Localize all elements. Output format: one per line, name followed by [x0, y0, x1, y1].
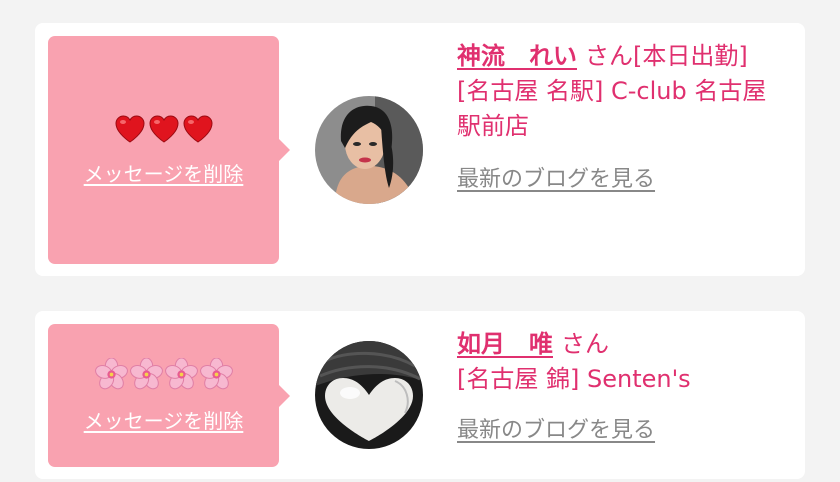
message-emoji-row	[94, 357, 233, 391]
avatar[interactable]	[315, 341, 423, 449]
avatar[interactable]	[315, 96, 423, 204]
cherry-blossom-icon	[199, 357, 233, 389]
heart-icon	[114, 114, 145, 143]
cast-name-link[interactable]: 神流 れい	[457, 42, 577, 70]
latest-blog-link[interactable]: 最新のブログを見る	[457, 162, 655, 197]
heart-icon	[182, 114, 213, 143]
heart-icon	[148, 114, 179, 143]
name-line: 如月 唯さん	[457, 327, 787, 362]
favorite-card: メッセージを削除 如月 唯さん [名古屋 錦] Senten's 最新のブログを…	[35, 311, 805, 479]
entry-info: 如月 唯さん [名古屋 錦] Senten's 最新のブログを見る	[457, 327, 787, 448]
delete-message-link[interactable]: メッセージを削除	[84, 158, 244, 187]
honorific: さん	[585, 42, 633, 70]
honorific: さん	[561, 330, 609, 358]
cherry-blossom-icon	[94, 357, 128, 389]
shop-info: [名古屋 名駅] C-club 名古屋駅前店	[457, 77, 767, 140]
entry-info: 神流 れい さん[本日出勤] [名古屋 名駅] C-club 名古屋駅前店 最新の…	[457, 39, 787, 197]
cast-name-link[interactable]: 如月 唯	[457, 330, 553, 358]
cherry-blossom-icon	[164, 357, 198, 389]
status-label: [本日出勤]	[633, 42, 748, 70]
message-box: メッセージを削除	[48, 324, 290, 467]
favorite-card: メッセージを削除 神流 れい さん[本日出勤] [名古屋 名駅] C-club 名…	[35, 23, 805, 276]
latest-blog-link[interactable]: 最新のブログを見る	[457, 413, 655, 448]
name-line: 神流 れい さん[本日出勤]	[457, 39, 787, 74]
cherry-blossom-icon	[129, 357, 163, 389]
message-box: メッセージを削除	[48, 36, 290, 264]
shop-info: [名古屋 錦] Senten's	[457, 365, 691, 393]
delete-message-link[interactable]: メッセージを削除	[84, 405, 244, 434]
message-emoji-row	[114, 114, 214, 144]
